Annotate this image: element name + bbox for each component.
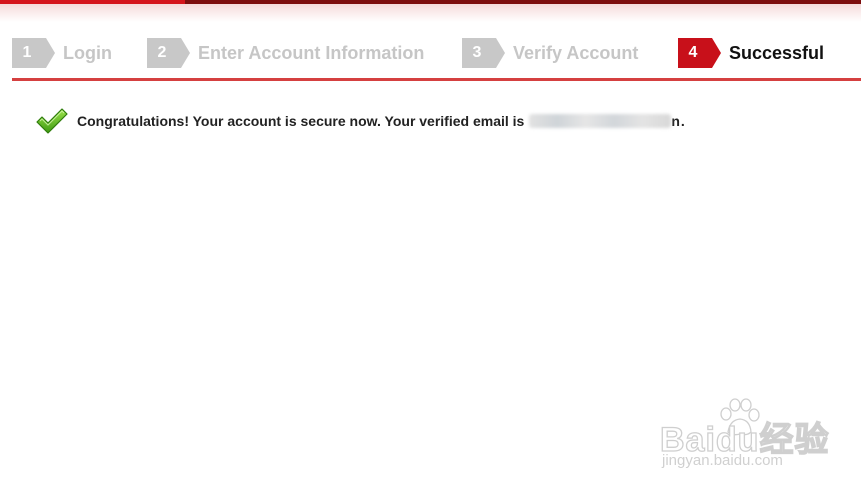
step-label: Enter Account Information — [198, 42, 425, 63]
progress-steps: 1 Login 2 Enter Account Information 3 Ve… — [12, 38, 832, 68]
header-fade — [0, 4, 861, 22]
checkmark-icon — [36, 108, 68, 134]
step-verify-account: 3 Verify Account — [462, 38, 638, 68]
steps-divider — [12, 78, 861, 81]
step-label: Login — [63, 42, 112, 63]
success-message: Congratulations! Your account is secure … — [36, 108, 685, 134]
success-message-text: Congratulations! Your account is secure … — [77, 113, 685, 129]
step-successful: 4 Successful — [678, 38, 824, 68]
step-number: 2 — [147, 38, 190, 68]
baidu-watermark: Baidu经验 jingyan.baidu.com — [659, 398, 830, 478]
step-label: Successful — [729, 42, 825, 63]
email-suffix: n — [671, 113, 680, 129]
step-label: Verify Account — [513, 42, 639, 63]
step-number: 1 — [12, 38, 55, 68]
step-enter-account-information: 2 Enter Account Information — [147, 38, 424, 68]
step-login: 1 Login — [12, 38, 112, 68]
message-period: . — [680, 113, 685, 129]
watermark-url: jingyan.baidu.com — [662, 452, 783, 469]
step-number: 3 — [462, 38, 505, 68]
redacted-email — [529, 114, 672, 128]
message-text: Congratulations! Your account is secure … — [77, 113, 525, 129]
step-number: 4 — [678, 38, 721, 68]
